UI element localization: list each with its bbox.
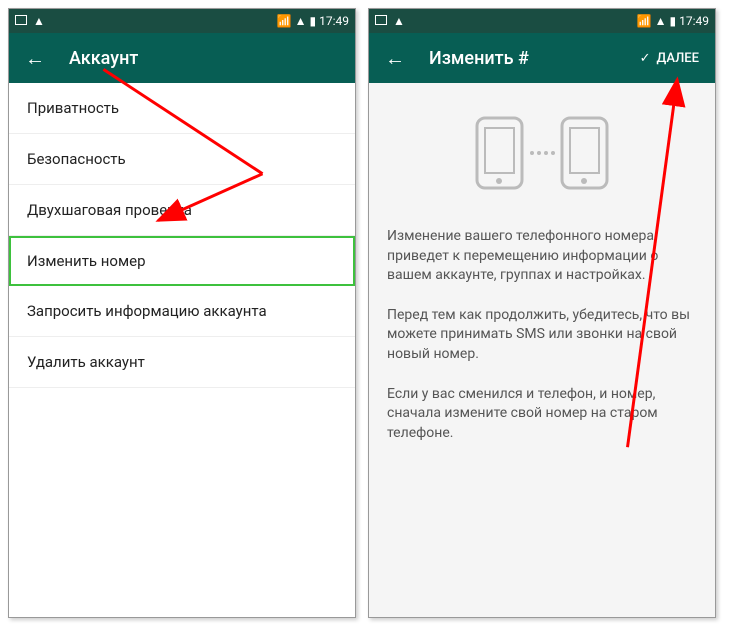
- back-arrow-icon[interactable]: ←: [25, 46, 45, 71]
- phone-screen-account: ▲ 📶 ▲ ▮ 17:49 ← Аккаунт Приватность Безо…: [8, 8, 356, 618]
- settings-list: Приватность Безопасность Двухшаговая про…: [9, 83, 355, 617]
- app-bar-title: Аккаунт: [69, 48, 339, 69]
- app-bar-title: Изменить #: [429, 48, 616, 69]
- status-time: 17:49: [679, 14, 709, 28]
- phone-transfer-illustration: [467, 113, 617, 197]
- signal-icon: 📶: [637, 14, 652, 28]
- app-bar: ← Аккаунт: [9, 33, 355, 83]
- status-time: 17:49: [319, 14, 349, 28]
- phone-screen-change-number: ▲ 📶 ▲ ▮ 17:49 ← Изменить # ✓ ДАЛЕЕ: [368, 8, 716, 618]
- list-item-change-number[interactable]: Изменить номер: [9, 236, 355, 286]
- battery-icon: ▮: [670, 14, 677, 28]
- content-area: Изменение вашего телефонного номера прив…: [369, 83, 715, 617]
- wifi-icon: ▲: [655, 14, 667, 28]
- warning-icon: ▲: [393, 14, 405, 28]
- check-icon: ✓: [640, 51, 651, 66]
- list-item-request-info[interactable]: Запросить информацию аккаунта: [9, 286, 355, 337]
- list-item-security[interactable]: Безопасность: [9, 134, 355, 185]
- info-paragraph-2: Перед тем как продолжить, убедитесь, что…: [387, 306, 697, 365]
- warning-icon: ▲: [33, 14, 45, 28]
- wifi-icon: ▲: [295, 14, 307, 28]
- list-item-privacy[interactable]: Приватность: [9, 83, 355, 134]
- list-item-two-step[interactable]: Двухшаговая проверка: [9, 185, 355, 236]
- battery-icon: ▮: [310, 14, 317, 28]
- signal-icon: 📶: [277, 14, 292, 28]
- sim-icon: [15, 14, 27, 28]
- next-label: ДАЛЕЕ: [657, 51, 699, 66]
- info-paragraph-3: Если у вас сменился и телефон, и номер, …: [387, 385, 697, 444]
- next-button[interactable]: ✓ ДАЛЕЕ: [640, 51, 699, 66]
- app-bar: ← Изменить # ✓ ДАЛЕЕ: [369, 33, 715, 83]
- status-bar: ▲ 📶 ▲ ▮ 17:49: [9, 9, 355, 33]
- status-bar: ▲ 📶 ▲ ▮ 17:49: [369, 9, 715, 33]
- sim-icon: [375, 14, 387, 28]
- list-item-delete-account[interactable]: Удалить аккаунт: [9, 337, 355, 388]
- back-arrow-icon[interactable]: ←: [385, 46, 405, 71]
- info-paragraph-1: Изменение вашего телефонного номера прив…: [387, 227, 697, 286]
